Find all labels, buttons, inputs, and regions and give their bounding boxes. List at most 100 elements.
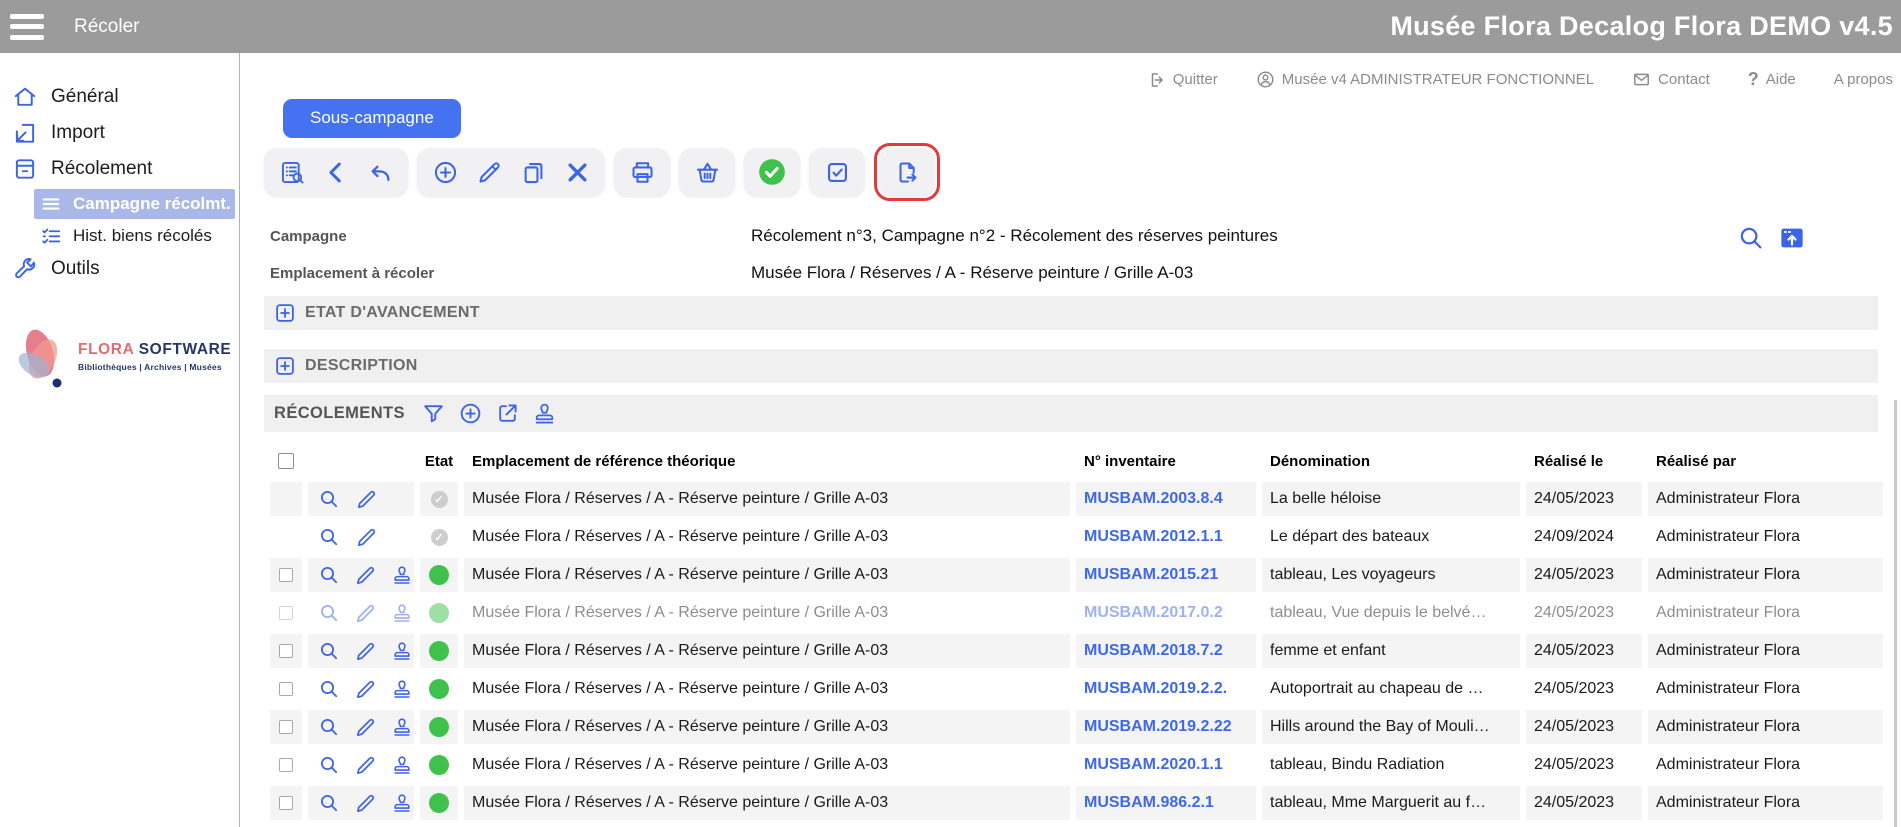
expand-plus-icon[interactable] bbox=[276, 304, 294, 322]
stamp-record-icon[interactable] bbox=[391, 639, 415, 663]
select-all-icon[interactable] bbox=[823, 158, 851, 186]
row-checkbox[interactable] bbox=[279, 682, 293, 696]
user-account[interactable]: Musée v4 ADMINISTRATEUR FONCTIONNEL bbox=[1256, 70, 1594, 89]
view-record-icon[interactable] bbox=[317, 601, 341, 625]
stamp-record-icon[interactable] bbox=[391, 791, 415, 815]
row-realise-par: Administrateur Flora bbox=[1648, 520, 1883, 554]
app-title: Musée Flora Decalog Flora DEMO v4.5 bbox=[1390, 11, 1893, 42]
copy-icon[interactable] bbox=[519, 158, 547, 186]
stamp-record-icon[interactable] bbox=[391, 753, 415, 777]
inventory-number-link[interactable]: MUSBAM.2017.0.2 bbox=[1076, 596, 1256, 630]
edit-record-icon[interactable] bbox=[354, 677, 378, 701]
sidebar-item-label: Général bbox=[51, 86, 119, 108]
delete-icon[interactable] bbox=[563, 158, 591, 186]
tab-sous-campagne[interactable]: Sous-campagne bbox=[283, 99, 461, 138]
stamp-icon[interactable] bbox=[532, 401, 557, 426]
select-all-checkbox[interactable] bbox=[278, 453, 294, 469]
mail-icon bbox=[1632, 70, 1651, 89]
open-window-icon[interactable] bbox=[1777, 223, 1807, 253]
records-list-icon[interactable] bbox=[278, 158, 306, 186]
inventory-number-link[interactable]: MUSBAM.2020.1.1 bbox=[1076, 748, 1256, 782]
row-checkbox[interactable] bbox=[279, 606, 293, 620]
edit-record-icon[interactable] bbox=[354, 715, 378, 739]
sidebar-item-campagne-recolement[interactable]: Campagne récolmt. bbox=[34, 189, 235, 219]
expand-plus-icon[interactable] bbox=[276, 357, 294, 375]
view-record-icon[interactable] bbox=[317, 639, 341, 663]
view-record-icon[interactable] bbox=[317, 487, 341, 511]
row-realise-par: Administrateur Flora bbox=[1648, 748, 1883, 782]
row-checkbox[interactable] bbox=[279, 796, 293, 810]
edit-record-icon[interactable] bbox=[354, 639, 378, 663]
row-realise-le: 24/05/2023 bbox=[1526, 748, 1642, 782]
module-title: Récoler bbox=[74, 16, 139, 38]
row-checkbox[interactable] bbox=[279, 644, 293, 658]
recolements-title: RÉCOLEMENTS bbox=[274, 404, 405, 423]
export-icon[interactable] bbox=[893, 158, 921, 186]
section-description[interactable]: DESCRIPTION bbox=[264, 349, 1878, 383]
section-etat-avancement[interactable]: ETAT D'AVANCEMENT bbox=[264, 296, 1878, 330]
edit-record-icon[interactable] bbox=[354, 601, 378, 625]
quitter-link[interactable]: Quitter bbox=[1148, 71, 1218, 89]
edit-icon[interactable] bbox=[475, 158, 503, 186]
edit-record-icon[interactable] bbox=[354, 563, 378, 587]
row-realise-le: 24/05/2023 bbox=[1526, 558, 1642, 592]
row-emplacement: Musée Flora / Réserves / A - Réserve pei… bbox=[464, 596, 1070, 630]
row-checkbox[interactable] bbox=[279, 720, 293, 734]
basket-icon[interactable] bbox=[693, 158, 721, 186]
row-checkbox[interactable] bbox=[279, 758, 293, 772]
col-realise-le: Réalisé le bbox=[1526, 453, 1642, 470]
logout-icon bbox=[1148, 71, 1166, 89]
edit-record-icon[interactable] bbox=[354, 487, 378, 511]
col-realise-par: Réalisé par bbox=[1648, 453, 1883, 470]
sidebar-item-general[interactable]: Général bbox=[0, 79, 239, 115]
edit-record-icon[interactable] bbox=[354, 753, 378, 777]
sidebar-item-outils[interactable]: Outils bbox=[0, 251, 239, 287]
inventory-number-link[interactable]: MUSBAM.2003.8.4 bbox=[1076, 482, 1256, 516]
main-content: Quitter Musée v4 ADMINISTRATEUR FONCTION… bbox=[240, 53, 1901, 827]
view-record-icon[interactable] bbox=[317, 715, 341, 739]
table-row: Musée Flora / Réserves / A - Réserve pei… bbox=[270, 558, 1883, 592]
filter-icon[interactable] bbox=[421, 401, 446, 426]
stamp-record-icon[interactable] bbox=[391, 677, 415, 701]
inventory-number-link[interactable]: MUSBAM.2012.1.1 bbox=[1076, 520, 1256, 554]
inventory-number-link[interactable]: MUSBAM.2019.2.22 bbox=[1076, 710, 1256, 744]
open-external-icon[interactable] bbox=[495, 401, 520, 426]
sidebar-item-label: Hist. biens récolés bbox=[73, 226, 212, 246]
view-record-icon[interactable] bbox=[317, 753, 341, 777]
edit-record-icon[interactable] bbox=[354, 791, 378, 815]
row-realise-le: 24/09/2024 bbox=[1526, 520, 1642, 554]
vertical-scrollbar[interactable] bbox=[1894, 400, 1897, 827]
add-icon[interactable] bbox=[431, 158, 459, 186]
sidebar-item-recolement[interactable]: Récolement bbox=[0, 151, 239, 187]
inventory-number-link[interactable]: MUSBAM.2018.7.2 bbox=[1076, 634, 1256, 668]
stamp-record-icon[interactable] bbox=[391, 715, 415, 739]
apropos-link[interactable]: A propos bbox=[1834, 71, 1893, 88]
view-record-icon[interactable] bbox=[317, 563, 341, 587]
add-recolement-icon[interactable] bbox=[458, 401, 483, 426]
stamp-record-icon[interactable] bbox=[391, 601, 415, 625]
table-row: Musée Flora / Réserves / A - Réserve pei… bbox=[270, 710, 1883, 744]
row-checkbox[interactable] bbox=[279, 568, 293, 582]
row-emplacement: Musée Flora / Réserves / A - Réserve pei… bbox=[464, 710, 1070, 744]
col-etat: Etat bbox=[420, 453, 458, 470]
status-indicator bbox=[429, 793, 449, 813]
undo-icon[interactable] bbox=[366, 158, 394, 186]
view-record-icon[interactable] bbox=[317, 677, 341, 701]
back-icon[interactable] bbox=[322, 158, 350, 186]
sidebar-item-hist-biens-recoles[interactable]: Hist. biens récolés bbox=[0, 221, 239, 251]
sidebar-item-import[interactable]: Import bbox=[0, 115, 239, 151]
contact-link[interactable]: Contact bbox=[1632, 70, 1710, 89]
edit-record-icon[interactable] bbox=[354, 525, 378, 549]
search-icon[interactable] bbox=[1736, 223, 1766, 253]
hamburger-menu-icon[interactable] bbox=[10, 14, 44, 40]
view-record-icon[interactable] bbox=[317, 791, 341, 815]
inventory-number-link[interactable]: MUSBAM.986.2.1 bbox=[1076, 786, 1256, 820]
aide-link[interactable]: ? Aide bbox=[1748, 69, 1796, 90]
stamp-record-icon[interactable] bbox=[391, 563, 415, 587]
print-icon[interactable] bbox=[628, 158, 656, 186]
view-record-icon[interactable] bbox=[317, 525, 341, 549]
inventory-number-link[interactable]: MUSBAM.2019.2.2. bbox=[1076, 672, 1256, 706]
inventory-number-link[interactable]: MUSBAM.2015.21 bbox=[1076, 558, 1256, 592]
status-indicator bbox=[429, 641, 449, 661]
validated-status-icon[interactable] bbox=[758, 158, 786, 186]
